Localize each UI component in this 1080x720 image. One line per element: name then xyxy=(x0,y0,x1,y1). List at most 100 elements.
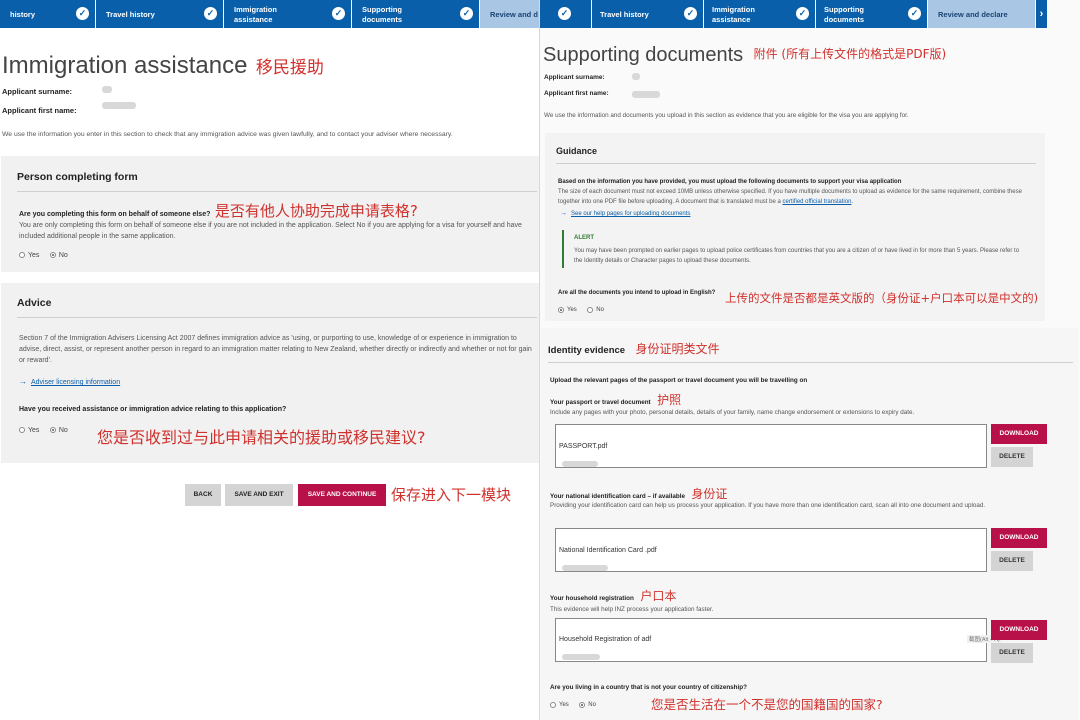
step-history[interactable]: history ✓ xyxy=(0,0,96,28)
radio-no[interactable]: No xyxy=(49,251,68,259)
intro-text: We use the information and documents you… xyxy=(544,112,909,119)
question-annotation: 您是否收到过与此申请相关的援助或移民建议? xyxy=(97,428,426,447)
step-travel-history[interactable]: Travel history ✓ xyxy=(96,0,224,28)
sentence-end: . xyxy=(851,199,854,205)
step-supporting-documents[interactable]: Supporting documents ✓ xyxy=(816,0,928,28)
national-id-label: Your national identification card – if a… xyxy=(550,493,685,500)
national-id-download-button[interactable]: DOWNLOAD xyxy=(991,528,1047,548)
household-help: This evidence will help INZ process your… xyxy=(550,606,714,613)
save-and-exit-button[interactable]: SAVE AND EXIT xyxy=(225,484,293,506)
radio-label: No xyxy=(58,251,68,259)
question-label: Have you received assistance or immigrat… xyxy=(19,406,287,413)
check-icon: ✓ xyxy=(908,7,921,20)
divider xyxy=(556,163,1036,164)
question-annotation: 是否有他人协助完成申请表格? xyxy=(214,202,418,220)
household-annotation: 户口本 xyxy=(640,589,677,603)
step-travel-history[interactable]: Travel history ✓ xyxy=(592,0,704,28)
radio-circle-selected[interactable] xyxy=(558,307,564,313)
passport-help: Include any pages with your photo, perso… xyxy=(550,409,915,416)
applicant-surname-label: Applicant surname: xyxy=(544,74,605,81)
radio-circle[interactable] xyxy=(587,307,594,313)
household-file-name: Household Registration of adf xyxy=(559,636,652,660)
certified-translation-link[interactable]: certified official translation xyxy=(782,199,851,205)
passport-download-button[interactable]: DOWNLOAD xyxy=(991,424,1047,444)
section-heading: Guidance xyxy=(556,146,598,156)
redacted-filename xyxy=(562,461,598,467)
household-label-row: Your household registration 户口本 xyxy=(550,587,676,605)
check-icon: ✓ xyxy=(76,7,89,20)
radio-no[interactable]: No xyxy=(579,702,596,708)
applicant-firstname-label: Applicant first name: xyxy=(2,106,77,115)
divider xyxy=(17,317,537,318)
passport-delete-button[interactable]: DELETE xyxy=(991,447,1033,467)
national-id-delete-button[interactable]: DELETE xyxy=(991,551,1033,571)
radio-circle[interactable] xyxy=(19,427,25,433)
advice-radio-group: Yes No xyxy=(19,420,74,438)
applicant-surname-label: Applicant surname: xyxy=(2,87,73,96)
step-label: Review and declare xyxy=(938,10,1008,19)
step-label: Immigration assistance xyxy=(712,5,755,24)
file-name-text: PASSPORT.pdf xyxy=(559,443,608,450)
advice-section: Advice Section 7 of the Immigration Advi… xyxy=(1,283,539,463)
check-icon: ✓ xyxy=(558,7,571,20)
question-row: Are you completing this form on behalf o… xyxy=(19,200,418,221)
uploading-help-link[interactable]: See our help pages for uploading documen… xyxy=(571,211,690,217)
radio-label: Yes xyxy=(28,251,40,259)
file-extension: adf xyxy=(641,636,652,643)
national-id-help: Providing your identification card can h… xyxy=(550,502,986,509)
radio-yes[interactable]: Yes xyxy=(19,252,39,259)
guidance-body: The size of each document must not excee… xyxy=(558,187,1028,207)
step-previous[interactable]: ✓ xyxy=(540,0,592,28)
english-radio-group: Yes No xyxy=(558,300,610,318)
radio-circle-selected[interactable] xyxy=(49,427,56,433)
radio-label: No xyxy=(58,426,68,434)
step-nav-next-button[interactable]: › xyxy=(1036,0,1048,28)
check-icon: ✓ xyxy=(204,7,217,20)
applicant-firstname-label: Applicant first name: xyxy=(544,90,609,97)
country-annotation: 您是否生活在一个不是您的国籍国的国家? xyxy=(651,697,883,712)
step-review-and-declare[interactable]: Review and declare xyxy=(928,0,1036,28)
radio-circle[interactable] xyxy=(550,702,556,708)
step-navigation: ✓ Travel history ✓ Immigration assistanc… xyxy=(540,0,1048,28)
step-immigration-assistance[interactable]: Immigration assistance ✓ xyxy=(704,0,816,28)
step-immigration-assistance[interactable]: Immigration assistance ✓ xyxy=(224,0,352,28)
check-icon: ✓ xyxy=(796,7,809,20)
english-annotation: 上传的文件是否都是英文版的（身份证+户口本可以是中文的) xyxy=(725,291,1039,305)
radio-no[interactable]: No xyxy=(587,307,604,313)
passport-file-box[interactable]: PASSPORT.pdf xyxy=(555,424,987,468)
section-heading: Identity evidence xyxy=(548,345,626,356)
household-download-button[interactable]: DOWNLOAD xyxy=(991,620,1047,640)
alert-body: You may have been prompted on earlier pa… xyxy=(574,248,1020,264)
on-behalf-radio-group: Yes No xyxy=(19,245,74,263)
check-icon: ✓ xyxy=(460,7,473,20)
alert-title: ALERT xyxy=(574,235,594,241)
alert-box: ALERT You may have been prompted on earl… xyxy=(562,230,1022,268)
household-delete-button[interactable]: DELETE xyxy=(991,643,1033,663)
identity-evidence-section: Identity evidence 身份证明类文件 Upload the rel… xyxy=(541,328,1078,720)
step-label: Review and d xyxy=(490,10,538,19)
page-header: Immigration assistance 移民援助 xyxy=(2,52,324,80)
radio-label: No xyxy=(596,307,604,313)
help-link-row: → See our help pages for uploading docume… xyxy=(560,210,690,217)
radio-yes[interactable]: Yes xyxy=(558,307,577,313)
file-name-text: National Identification Card xyxy=(559,547,644,554)
save-and-continue-button[interactable]: SAVE AND CONTINUE xyxy=(298,484,386,506)
radio-no[interactable]: No xyxy=(49,426,68,434)
radio-circle[interactable] xyxy=(19,252,25,258)
file-name-text: Household Registration of xyxy=(559,636,640,643)
radio-yes[interactable]: Yes xyxy=(550,702,569,708)
immigration-assistance-panel: history ✓ Travel history ✓ Immigration a… xyxy=(0,0,540,720)
identity-heading-row: Identity evidence 身份证明类文件 xyxy=(548,340,720,358)
radio-yes[interactable]: Yes xyxy=(19,427,39,434)
household-file-box[interactable]: Household Registration of adf 截图(Alt + A… xyxy=(555,618,1002,662)
adviser-licensing-link[interactable]: Adviser licensing information xyxy=(31,379,120,386)
radio-label: Yes xyxy=(559,702,569,708)
step-supporting-documents[interactable]: Supporting documents ✓ xyxy=(352,0,480,28)
redacted-firstname xyxy=(632,91,660,98)
step-review[interactable]: Review and d xyxy=(480,0,540,28)
back-button[interactable]: BACK xyxy=(185,484,221,506)
national-id-file-box[interactable]: National Identification Card .pdf xyxy=(555,528,987,572)
guidance-lead: Based on the information you have provid… xyxy=(558,179,902,185)
radio-circle-selected[interactable] xyxy=(579,702,586,708)
radio-circle-selected[interactable] xyxy=(49,252,56,258)
